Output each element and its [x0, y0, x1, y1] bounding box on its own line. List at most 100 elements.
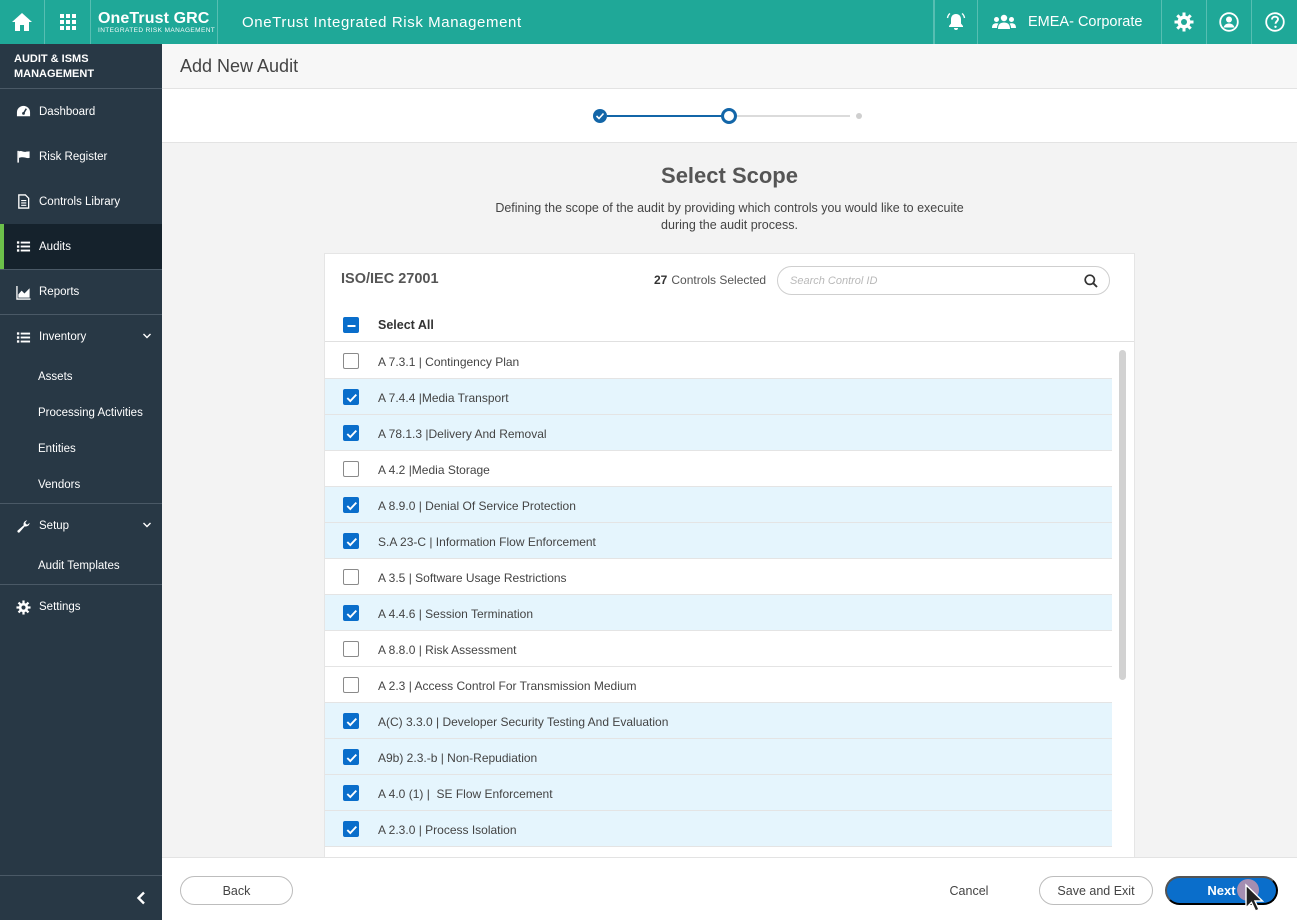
standard-name: ISO/IEC 27001: [341, 271, 439, 287]
control-row-partial[interactable]: [325, 847, 1112, 857]
page-title: Add New Audit: [162, 44, 1297, 89]
bell-icon: [946, 12, 966, 30]
brand-subtitle: INTEGRATED RISK MANAGEMENT: [98, 26, 216, 34]
save-and-exit-button[interactable]: Save and Exit: [1039, 876, 1153, 905]
control-checkbox[interactable]: [343, 713, 359, 729]
control-label: A 4.4.6 | Session Termination: [378, 607, 533, 621]
control-checkbox[interactable]: [343, 677, 359, 693]
brand-logo[interactable]: OneTrust GRC INTEGRATED RISK MANAGEMENT: [91, 0, 218, 44]
search-input[interactable]: [790, 273, 1070, 289]
sidebar-item-label: Setup: [39, 520, 70, 532]
sidebar-subitem-vendors[interactable]: Vendors: [0, 467, 162, 503]
controls-scrollbar[interactable]: [1117, 350, 1127, 857]
sidebar-item-label: Risk Register: [39, 150, 108, 163]
sidebar-item-reports[interactable]: Reports: [0, 269, 162, 314]
help-button[interactable]: [1252, 0, 1297, 44]
app-title: OneTrust Integrated Risk Management: [218, 0, 934, 44]
sidebar-item-label: Dashboard: [39, 105, 96, 118]
step-3-pending[interactable]: [856, 113, 862, 119]
stepper: [162, 89, 1297, 143]
search-control-box: [777, 266, 1110, 295]
control-row[interactable]: A 78.1.3 |Delivery And Removal: [325, 415, 1112, 451]
home-icon: [12, 13, 32, 31]
sidebar-subitem-processing-activities[interactable]: Processing Activities: [0, 395, 162, 431]
control-row[interactable]: A 4.0 (1) | SE Flow Enforcement: [325, 775, 1112, 811]
control-row[interactable]: A 8.9.0 | Denial Of Service Protection: [325, 487, 1112, 523]
control-row[interactable]: A 8.8.0 | Risk Assessment: [325, 631, 1112, 667]
sidebar-item-settings[interactable]: Settings: [0, 584, 162, 629]
stepper-graphic: [593, 108, 862, 124]
footer-actions: Back Cancel Save and Exit Next: [162, 857, 1297, 920]
control-label: A 8.8.0 | Risk Assessment: [378, 643, 517, 657]
sidebar-collapse-button[interactable]: [0, 875, 162, 920]
sidebar-item-dashboard[interactable]: Dashboard: [0, 89, 162, 134]
sidebar-item-audits[interactable]: Audits: [0, 224, 162, 269]
control-checkbox[interactable]: [343, 389, 359, 405]
sidebar-item-setup[interactable]: Setup: [0, 503, 162, 548]
control-label: A 2.3.0 | Process Isolation: [378, 823, 517, 837]
sidebar-item-label: Settings: [39, 601, 81, 613]
control-row[interactable]: A 3.5 | Software Usage Restrictions: [325, 559, 1112, 595]
sidebar-item-inventory[interactable]: Inventory: [0, 314, 162, 359]
sidebar-item-controls-library[interactable]: Controls Library: [0, 179, 162, 224]
back-button[interactable]: Back: [180, 876, 293, 905]
control-row[interactable]: A 4.4.6 | Session Termination: [325, 595, 1112, 631]
control-row[interactable]: A 4.2 |Media Storage: [325, 451, 1112, 487]
cancel-button[interactable]: Cancel: [934, 876, 1004, 905]
app-grid-button[interactable]: [45, 0, 91, 44]
notifications-button[interactable]: [934, 0, 978, 44]
selected-count-label: Controls Selected: [671, 273, 767, 287]
control-checkbox[interactable]: [343, 785, 359, 801]
check-icon: [346, 717, 357, 727]
minus-icon: [347, 325, 356, 327]
control-checkbox[interactable]: [343, 353, 359, 369]
control-checkbox[interactable]: [343, 605, 359, 621]
control-label: A 4.0 (1) | SE Flow Enforcement: [378, 787, 553, 801]
step-2-current[interactable]: [721, 108, 737, 124]
sidebar-subitem-audit-templates[interactable]: Audit Templates: [0, 548, 162, 584]
control-row[interactable]: A9b) 2.3.-b | Non-Repudiation: [325, 739, 1112, 775]
control-label: A(C) 3.3.0 | Developer Security Testing …: [378, 715, 669, 729]
app-grid-icon: [59, 14, 76, 30]
user-circle-icon: [1219, 12, 1239, 32]
select-all-row[interactable]: Select All: [325, 306, 1134, 342]
control-row[interactable]: A 2.3 | Access Control For Transmission …: [325, 667, 1112, 703]
control-row[interactable]: S.A 23-C | Information Flow Enforcement: [325, 523, 1112, 559]
sidebar-item-label: Inventory: [39, 331, 87, 343]
list-icon: [16, 241, 31, 252]
organization-name: EMEA- Corporate: [1028, 14, 1143, 30]
control-checkbox[interactable]: [343, 641, 359, 657]
sidebar-subitem-entities[interactable]: Entities: [0, 431, 162, 467]
control-checkbox[interactable]: [343, 821, 359, 837]
select-all-checkbox[interactable]: [343, 317, 359, 333]
gear-icon: [1174, 12, 1194, 32]
control-checkbox[interactable]: [343, 461, 359, 477]
control-checkbox[interactable]: [343, 497, 359, 513]
control-checkbox[interactable]: [343, 425, 359, 441]
sidebar-subitem-assets[interactable]: Assets: [0, 359, 162, 395]
check-icon: [346, 537, 357, 547]
sidebar-item-risk-register[interactable]: Risk Register: [0, 134, 162, 179]
scrollbar-thumb[interactable]: [1119, 350, 1126, 680]
search-icon[interactable]: [1084, 274, 1098, 288]
control-row[interactable]: A 7.4.4 |Media Transport: [325, 379, 1112, 415]
list-icon: [16, 331, 31, 343]
step-1-complete[interactable]: [593, 109, 607, 123]
control-row[interactable]: A 2.3.0 | Process Isolation: [325, 811, 1112, 847]
settings-button[interactable]: [1162, 0, 1207, 44]
sidebar: AUDIT & ISMS MANAGEMENT Dashboard Risk R…: [0, 44, 162, 920]
organization-selector[interactable]: EMEA- Corporate: [978, 0, 1162, 44]
control-checkbox[interactable]: [343, 569, 359, 585]
home-button[interactable]: [0, 0, 45, 44]
next-button[interactable]: Next: [1165, 876, 1278, 905]
scope-description: Defining the scope of the audit by provi…: [495, 201, 964, 232]
control-checkbox[interactable]: [343, 749, 359, 765]
controls-card-header: ISO/IEC 27001 27 Controls Selected: [325, 254, 1134, 306]
control-row[interactable]: A 7.3.1 | Contingency Plan: [325, 343, 1112, 379]
control-label: A 7.4.4 |Media Transport: [378, 391, 509, 405]
control-row[interactable]: A(C) 3.3.0 | Developer Security Testing …: [325, 703, 1112, 739]
control-checkbox[interactable]: [343, 533, 359, 549]
document-icon: [18, 194, 30, 209]
user-profile-button[interactable]: [1207, 0, 1252, 44]
brand-name: OneTrust GRC: [98, 9, 210, 27]
